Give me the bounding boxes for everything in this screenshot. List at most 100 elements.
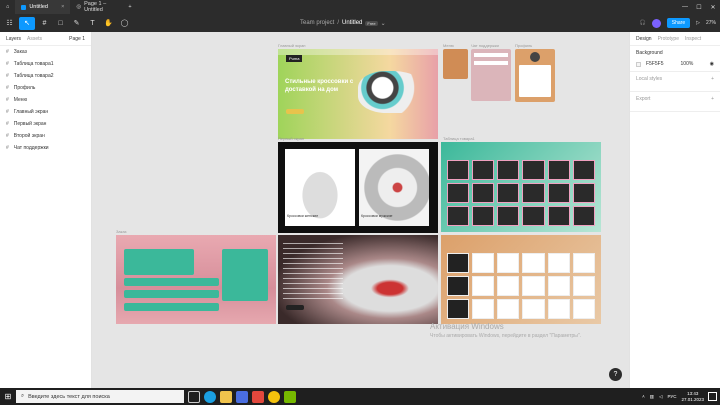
frame-product-table-2[interactable] [441, 235, 601, 324]
product-card [447, 276, 470, 296]
shape-tool-icon[interactable]: □ [54, 17, 67, 30]
tab-page1[interactable]: ◎ Page 1 – Untitled [70, 0, 122, 14]
headphones-icon[interactable]: 🎧 [640, 20, 646, 26]
windows-start-icon[interactable]: ⊞ [0, 388, 16, 405]
frame-label[interactable]: Первый экран [278, 136, 304, 141]
home-tab[interactable]: ⌂ [0, 0, 15, 14]
edge-icon[interactable] [204, 390, 216, 403]
minimize-icon[interactable]: — [678, 0, 692, 14]
maximize-icon[interactable]: ☐ [692, 0, 706, 14]
product-card [472, 253, 495, 273]
close-icon[interactable]: ✕ [706, 0, 720, 14]
network-icon[interactable]: ▥ [650, 394, 654, 400]
store-icon[interactable] [236, 390, 248, 403]
frame-label[interactable]: Главный экран [278, 43, 306, 48]
frame-icon: # [6, 109, 9, 115]
frame-order[interactable] [116, 235, 276, 324]
layer-item[interactable]: # Чат поддержки [0, 142, 91, 154]
layer-item[interactable]: # Профиль [0, 82, 91, 94]
product-card [472, 183, 495, 203]
frame-label[interactable]: Профиль [515, 43, 532, 48]
product-card [447, 299, 470, 319]
frame-profile[interactable] [515, 49, 555, 102]
notification-icon[interactable] [708, 392, 717, 401]
local-styles-section: Local styles + [630, 72, 720, 92]
product-grid [447, 160, 595, 226]
volume-icon[interactable]: ◁ [659, 394, 662, 400]
tab-assets[interactable]: Assets [27, 36, 42, 42]
product-card [547, 160, 570, 180]
clock[interactable]: 13:43 27.01.2023 [681, 391, 704, 403]
project-name[interactable]: Team project [300, 20, 334, 26]
figma-icon[interactable] [252, 390, 264, 403]
bg-opacity-input[interactable]: 100% [681, 61, 694, 67]
frame-first-screen[interactable]: Кроссовки женские Кроссовки мужские [278, 142, 438, 233]
pen-tool-icon[interactable]: ✎ [70, 17, 83, 30]
avatar[interactable] [651, 18, 661, 28]
chevron-up-icon[interactable]: ˄ [642, 394, 645, 399]
product-card [472, 299, 495, 319]
file-name[interactable]: Untitled [342, 20, 362, 26]
product-card [472, 206, 495, 226]
tab-label: Page 1 – Untitled [84, 1, 107, 13]
frame-label[interactable]: Таблица товара1 [443, 136, 475, 141]
chevron-down-icon[interactable]: ⌄ [381, 20, 386, 27]
language-indicator[interactable]: РУС [667, 394, 676, 399]
present-icon[interactable]: ▷ [696, 20, 700, 26]
frame-label[interactable]: Заказ [116, 229, 127, 234]
frame-chat[interactable] [471, 49, 511, 101]
product-card [547, 206, 570, 226]
frame-main-screen[interactable]: Puma Стильные кроссовки с доставкой на д… [278, 49, 438, 139]
frame-product-table-1[interactable] [441, 142, 601, 232]
frame-tool-icon[interactable]: # [38, 17, 51, 30]
color-swatch[interactable] [636, 61, 641, 67]
help-button[interactable]: ? [609, 368, 622, 381]
caption-men: Кроссовки мужские [361, 214, 393, 218]
toolbar-right: 🎧 Share ▷ 27% [640, 14, 716, 32]
new-tab-button[interactable]: + [122, 0, 137, 14]
layer-item[interactable]: # Второй экран [0, 130, 91, 142]
hand-tool-icon[interactable]: ✋ [102, 17, 115, 30]
task-view-icon[interactable] [188, 390, 200, 403]
tab-design[interactable]: Design [636, 36, 652, 42]
figma-file-icon [21, 4, 27, 10]
product-card [447, 183, 470, 203]
frame-menu[interactable] [443, 49, 468, 79]
tab-untitled[interactable]: Untitled × [15, 0, 71, 14]
frame-label[interactable]: Меню [443, 43, 454, 48]
tab-layers[interactable]: Layers [6, 36, 21, 42]
frame-icon: # [6, 73, 9, 79]
share-button[interactable]: Share [666, 18, 691, 28]
product-card [522, 183, 545, 203]
layer-item[interactable]: # Меню [0, 94, 91, 106]
nvidia-icon[interactable] [284, 390, 296, 403]
layer-item[interactable]: # Главный экран [0, 106, 91, 118]
tab-prototype[interactable]: Prototype [658, 36, 679, 42]
add-style-icon[interactable]: + [711, 76, 714, 82]
taskbar-search[interactable]: ⌕ Введите здесь текст для поиска [16, 390, 184, 403]
frame-second-screen[interactable] [278, 235, 438, 324]
hero-button [286, 109, 304, 114]
comment-tool-icon[interactable]: ◯ [118, 17, 131, 30]
move-tool-icon[interactable]: ↖ [19, 16, 35, 30]
export-section: Export + [630, 92, 720, 112]
close-tab-icon[interactable]: × [61, 4, 64, 10]
design-panel: Design Prototype Inspect Background F5F5… [629, 32, 720, 388]
text-tool-icon[interactable]: T [86, 17, 99, 30]
main-menu-icon[interactable]: ☷ [3, 17, 16, 30]
tab-inspect[interactable]: Inspect [685, 36, 701, 42]
explorer-icon[interactable] [220, 390, 232, 403]
frame-label[interactable]: Чат поддержки [471, 43, 499, 48]
eye-icon[interactable]: ◉ [710, 61, 714, 67]
add-export-icon[interactable]: + [711, 96, 714, 102]
product-card [497, 206, 520, 226]
bg-hex-input[interactable]: F5F5F5 [646, 61, 664, 67]
page-selector[interactable]: Page 1 [69, 36, 85, 42]
chrome-icon[interactable] [268, 390, 280, 403]
layer-item[interactable]: # Первый экран [0, 118, 91, 130]
layer-item[interactable]: # Таблица товара2 [0, 70, 91, 82]
layer-item[interactable]: # Заказ [0, 46, 91, 58]
activation-text: Чтобы активировать Windows, перейдите в … [430, 333, 582, 339]
layer-item[interactable]: # Таблица товара1 [0, 58, 91, 70]
zoom-level[interactable]: 27% [706, 20, 716, 26]
